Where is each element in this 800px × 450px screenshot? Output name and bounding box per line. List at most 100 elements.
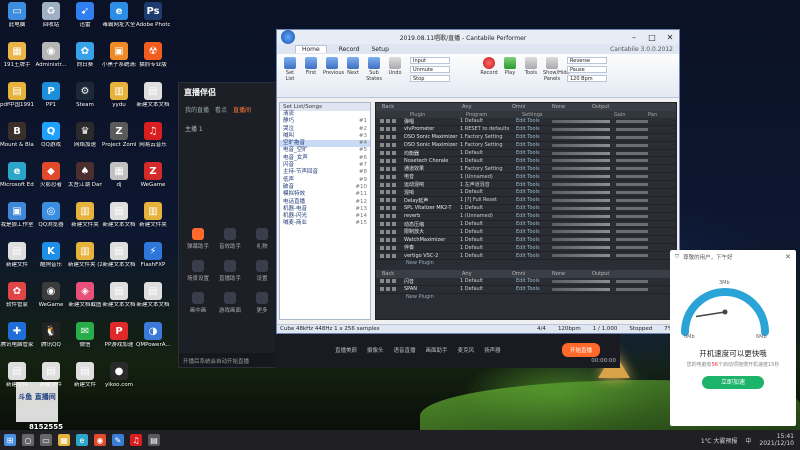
desktop-icon[interactable]: ▦ 191王牌手 — [0, 42, 34, 82]
gain-slider[interactable] — [552, 143, 610, 147]
plugin-row[interactable]: reverb 1 (Unnamed) Edit Tools — [376, 213, 676, 221]
song-item[interactable]: 电话直播 #12 — [280, 199, 370, 206]
unmute-field[interactable]: Unmute — [410, 66, 450, 73]
song-item[interactable]: 低声 #9 — [280, 177, 370, 184]
maximize-icon[interactable]: □ — [643, 33, 661, 42]
previous-button[interactable]: Previous — [323, 57, 344, 82]
plugin-row[interactable]: WatchMaximizer 1 Default Edit Tools — [376, 236, 676, 245]
plugin-program[interactable]: 1 Default — [460, 286, 516, 292]
desktop-icon[interactable]: ➹ 迅雷 — [68, 2, 102, 42]
plugin-row[interactable]: 闪音 1 Default Edit Tools — [376, 278, 676, 286]
plugin-row[interactable]: 运动混响 1 左声道混音 Edit Tools — [376, 181, 676, 190]
plugin-settings[interactable]: Edit Tools — [516, 253, 552, 259]
app-icon-5[interactable]: ♫ — [130, 434, 142, 446]
gain-slider[interactable] — [552, 167, 610, 171]
gift-button[interactable]: 礼物 — [247, 228, 277, 250]
desktop-icon[interactable]: P PP游戏加速 — [102, 322, 136, 362]
live-assistant-button[interactable]: 直播助手 — [215, 260, 245, 282]
gain-slider[interactable] — [552, 135, 610, 139]
gain-slider[interactable] — [552, 151, 610, 155]
plugin-program[interactable]: 1 RESET to defaults — [460, 126, 516, 132]
cantabile-titlebar[interactable]: 2019.08.11唱歌/直播 - Cantabile Performer – … — [277, 30, 679, 44]
desktop-icon[interactable]: Ps Adobe Photosh... — [136, 2, 170, 42]
pan-slider[interactable] — [616, 198, 648, 202]
gain-slider[interactable] — [552, 246, 610, 250]
tab-live-room[interactable]: 直播间 — [233, 105, 251, 114]
plugin-row[interactable]: 混响 1 Default Edit Tools — [376, 189, 676, 197]
gain-slider[interactable] — [552, 206, 610, 210]
app-icon-4[interactable]: ✎ — [112, 434, 124, 446]
danmaku-helper-button[interactable]: 弹幕助手 — [183, 228, 213, 250]
plugin-program[interactable]: 1 左声道混音 — [460, 181, 516, 188]
tab-record[interactable]: Record — [339, 46, 360, 53]
plugin-program[interactable]: 1 Factory Setting — [460, 134, 516, 140]
plugin-controls[interactable] — [376, 151, 404, 155]
plugin-program[interactable]: 1 Default — [460, 118, 516, 124]
plugin-settings[interactable]: Edit Tools — [516, 229, 552, 235]
plugin-settings[interactable]: Edit Tools — [516, 118, 552, 124]
plugin-row[interactable]: Delay延声 1 [?] Full Reset Edit Tools — [376, 197, 676, 205]
plugin-settings[interactable]: Edit Tools — [516, 158, 552, 164]
plugin-controls[interactable] — [376, 229, 404, 234]
desktop-icon[interactable]: ▤ 新建文本文档 — [136, 282, 170, 322]
desktop-icon[interactable]: ⚙ Steam — [68, 82, 102, 122]
desktop-icon[interactable]: ☢ 猫抓专业版 — [136, 42, 170, 82]
popup-close-icon[interactable]: ✕ — [785, 253, 791, 261]
desktop-icon[interactable]: Z Project Zomboid — [102, 122, 136, 162]
plugin-controls[interactable] — [376, 135, 404, 140]
cantabile-logo-icon[interactable] — [281, 30, 295, 44]
weather-widget[interactable]: 1℃ 大雾预报 — [701, 436, 737, 445]
close-icon[interactable]: ✕ — [661, 33, 679, 42]
desktop-icon[interactable]: e Microsoft Edge — [0, 162, 34, 202]
tempo-field[interactable]: 120 Bpm — [567, 75, 607, 82]
pan-slider[interactable] — [616, 230, 648, 234]
game-capture-button[interactable]: 游戏画面 — [215, 292, 245, 314]
desktop-icon[interactable]: ▦ dj — [102, 162, 136, 202]
desktop-icon[interactable]: ▤ 新建文本文档 — [102, 202, 136, 242]
pan-slider[interactable] — [616, 151, 648, 155]
desktop-icon[interactable]: ▤ pdf中国1991 — [0, 82, 34, 122]
pause-field[interactable]: Pause — [567, 66, 607, 73]
desktop-icon[interactable]: ▤ 新建文本文档 — [102, 282, 136, 322]
gain-slider[interactable] — [552, 222, 610, 226]
desktop-icon[interactable]: ◎ QQ浏览器 — [34, 202, 68, 242]
desktop-icon[interactable]: B Mount & Blade II ... — [0, 122, 34, 162]
tab-setup[interactable]: Setup — [371, 46, 388, 53]
desktop-icon[interactable]: ♫ 网易云音乐 — [136, 122, 170, 162]
gain-slider[interactable] — [552, 159, 610, 163]
app-icon-3[interactable]: ◉ — [94, 434, 106, 446]
streaming-app-window[interactable]: 直播伴侣 我的直播 看点 直播间 主播 1 弹幕助手 音效助手 礼物 场景设置 … — [178, 82, 280, 368]
new-plugin-button[interactable]: New Plugin — [376, 260, 676, 267]
plugin-program[interactable]: 1 Default — [460, 229, 516, 235]
gain-slider[interactable] — [552, 119, 610, 123]
settings-button[interactable]: 设置 — [247, 260, 277, 282]
plugin-settings[interactable]: Edit Tools — [516, 278, 552, 284]
pan-slider[interactable] — [616, 287, 648, 291]
plugin-controls[interactable] — [376, 119, 404, 124]
plugin-program[interactable]: 1 Default — [460, 205, 516, 211]
start-icon[interactable]: ⊞ — [4, 434, 16, 446]
plugin-controls[interactable] — [376, 174, 404, 179]
desktop-icon[interactable]: ▥ 新建文件夹 — [68, 202, 102, 242]
plugin-row[interactable]: vIvPrometer 1 RESET to defaults Edit Tools — [376, 126, 676, 134]
pan-slider[interactable] — [616, 238, 648, 242]
show-hide-panels-button[interactable]: Show/Hide Panels — [543, 57, 570, 82]
plugin-controls[interactable] — [376, 287, 404, 292]
song-item[interactable]: 电音_女声 #6 — [280, 155, 370, 162]
plugin-settings[interactable]: Edit Tools — [516, 174, 552, 180]
desktop-icon[interactable]: ✉ 微信 — [68, 322, 102, 362]
undo-button[interactable]: Undo — [386, 57, 404, 82]
plugin-row[interactable]: 弹唱 1 Default Edit Tools — [376, 118, 676, 126]
gain-slider[interactable] — [552, 190, 610, 194]
desktop-icon[interactable]: ▥ 新建文件夹 (2) — [68, 242, 102, 282]
plugin-row[interactable]: 电音 1 (Unnamed) Edit Tools — [376, 173, 676, 182]
desktop-icon[interactable]: ◆ 火影忍者 — [34, 162, 68, 202]
screen-helper-button[interactable]: 画面助手 — [426, 346, 448, 354]
desktop-icon[interactable]: ✿ 向日葵 — [68, 42, 102, 82]
song-item[interactable]: 喊麦-商业 #15 — [280, 220, 370, 227]
rack2-omni[interactable]: Omni — [506, 271, 546, 277]
rack-back[interactable]: Back — [376, 104, 456, 110]
gain-slider[interactable] — [552, 198, 610, 202]
plugin-program[interactable]: 1 Default — [460, 253, 516, 259]
start-live-button[interactable]: 开始直播 — [561, 343, 600, 357]
